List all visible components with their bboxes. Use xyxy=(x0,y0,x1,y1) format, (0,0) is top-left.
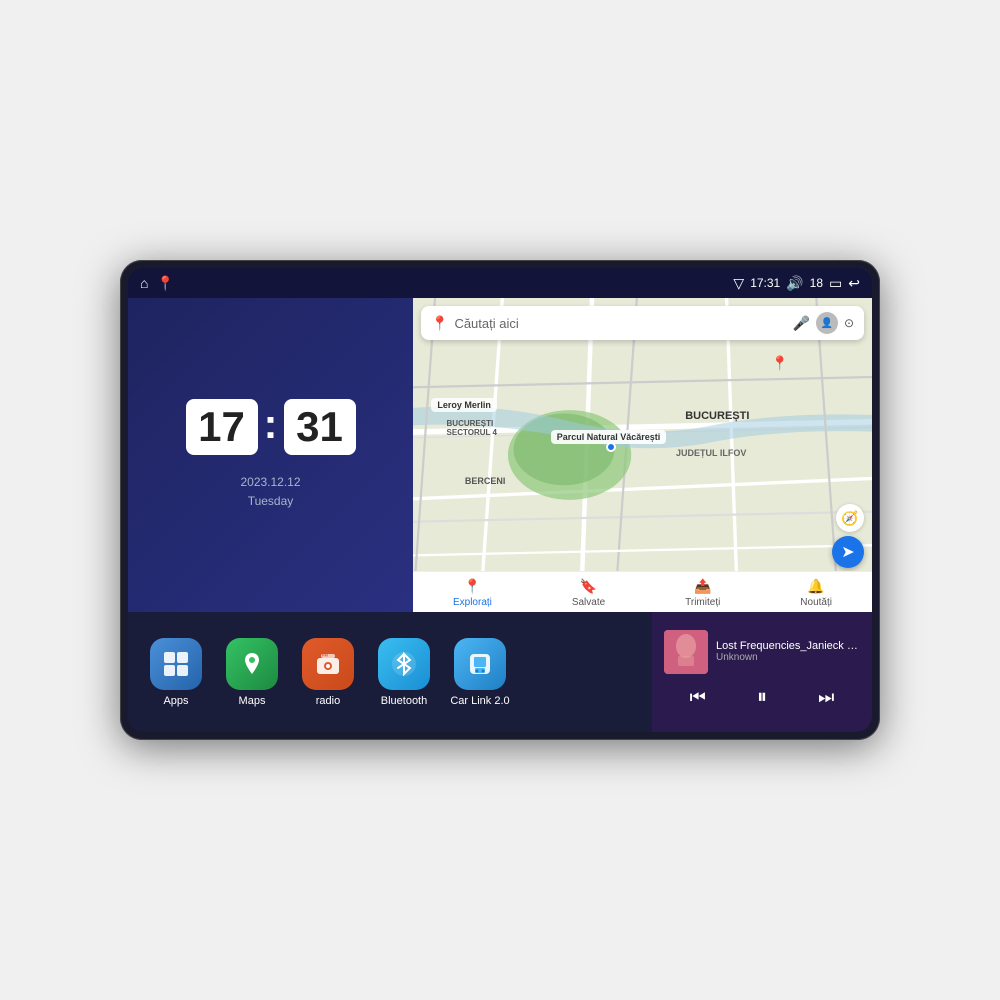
map-search-pin-icon: 📍 xyxy=(431,315,448,332)
clock-hour: 17 xyxy=(186,399,258,455)
home-icon[interactable]: ⌂ xyxy=(140,275,148,291)
carlink-icon-svg xyxy=(466,650,494,678)
main-content: 17 : 31 2023.12.12 Tuesday xyxy=(128,298,872,732)
music-prev-button[interactable]: ⏮ xyxy=(684,685,712,710)
map-nav-news[interactable]: 🔔 Noutăți xyxy=(800,578,832,608)
map-user-avatar[interactable]: 👤 xyxy=(816,312,838,334)
clock-display: 17 : 31 xyxy=(186,399,356,455)
app-item-bluetooth[interactable]: Bluetooth xyxy=(372,638,436,707)
nav-icon[interactable]: 📍 xyxy=(156,275,173,292)
map-nav-news-label: Noutăți xyxy=(800,597,832,608)
music-next-button[interactable]: ⏭ xyxy=(812,685,840,710)
explore-icon: 📍 xyxy=(464,578,481,595)
map-nav-saved[interactable]: 🔖 Salvate xyxy=(572,578,605,608)
clock-minute: 31 xyxy=(284,399,356,455)
clock-separator: : xyxy=(264,400,278,448)
music-play-pause-button[interactable]: ⏸ xyxy=(751,684,773,711)
music-controls: ⏮ ⏸ ⏭ xyxy=(664,680,860,715)
music-thumbnail xyxy=(664,630,708,674)
apps-icon-svg xyxy=(162,650,190,678)
radio-icon: FM xyxy=(302,638,354,690)
top-section: 17 : 31 2023.12.12 Tuesday xyxy=(128,298,872,612)
map-place-bucuresti: BUCUREȘTI xyxy=(679,408,755,424)
volume-icon: 🔊 xyxy=(786,275,803,292)
map-nav-explore-label: Explorați xyxy=(453,597,492,608)
map-nav-explore[interactable]: 📍 Explorați xyxy=(453,578,492,608)
music-artist: Unknown xyxy=(716,652,860,663)
clock-date: 2023.12.12 Tuesday xyxy=(240,473,300,511)
status-bar: ⌂ 📍 ▽ 17:31 🔊 18 ▭ ↩ xyxy=(128,268,872,298)
map-navigate-fab[interactable]: ➤ xyxy=(832,536,864,568)
music-thumb-svg xyxy=(664,630,708,674)
map-search-bar[interactable]: 📍 Căutați aici 🎤 👤 ⊙ xyxy=(421,306,864,340)
music-info: Lost Frequencies_Janieck Devy-... Unknow… xyxy=(716,640,860,663)
status-time: 17:31 xyxy=(750,276,780,290)
back-icon[interactable]: ↩ xyxy=(848,275,860,292)
map-place-ilfov: JUDEȚUL ILFOV xyxy=(670,446,752,460)
maps-icon xyxy=(226,638,278,690)
bottom-section: Apps Maps xyxy=(128,612,872,732)
device-outer: ⌂ 📍 ▽ 17:31 🔊 18 ▭ ↩ 17 : xyxy=(120,260,880,740)
status-right: ▽ 17:31 🔊 18 ▭ ↩ xyxy=(733,275,860,292)
music-top: Lost Frequencies_Janieck Devy-... Unknow… xyxy=(664,630,860,674)
battery-level: 18 xyxy=(810,276,823,290)
map-place-berceni: BERCENI xyxy=(459,474,512,488)
app-item-radio[interactable]: FM radio xyxy=(296,638,360,707)
map-background xyxy=(413,298,872,612)
bluetooth-label: Bluetooth xyxy=(381,695,427,707)
news-icon: 🔔 xyxy=(807,578,824,595)
map-search-input[interactable]: Căutați aici xyxy=(454,316,786,331)
svg-text:FM: FM xyxy=(322,652,328,657)
app-grid: Apps Maps xyxy=(128,612,652,732)
map-panel[interactable]: Parcul Natural Văcărești BUCUREȘTI JUDEȚ… xyxy=(413,298,872,612)
map-place-sector4: BUCUREȘTISECTORUL 4 xyxy=(441,417,503,439)
carlink-label: Car Link 2.0 xyxy=(450,695,509,707)
music-title: Lost Frequencies_Janieck Devy-... xyxy=(716,640,860,652)
map-nav-saved-label: Salvate xyxy=(572,597,605,608)
app-item-carlink[interactable]: Car Link 2.0 xyxy=(448,638,512,707)
radio-icon-svg: FM xyxy=(314,650,342,678)
map-layers-icon[interactable]: ⊙ xyxy=(844,316,854,330)
send-icon: 📤 xyxy=(694,578,711,595)
map-destination-pin: 📍 xyxy=(771,355,788,372)
map-place-leroy: Leroy Merlin xyxy=(431,398,497,412)
apps-icon xyxy=(150,638,202,690)
map-nav-send-label: Trimiteți xyxy=(685,597,720,608)
saved-icon: 🔖 xyxy=(580,578,597,595)
bluetooth-icon-svg xyxy=(390,650,418,678)
map-nav-send[interactable]: 📤 Trimiteți xyxy=(685,578,720,608)
maps-icon-svg xyxy=(238,650,266,678)
map-compass[interactable]: 🧭 xyxy=(836,504,864,532)
radio-label: radio xyxy=(316,695,340,707)
app-item-maps[interactable]: Maps xyxy=(220,638,284,707)
carlink-icon xyxy=(454,638,506,690)
app-item-apps[interactable]: Apps xyxy=(144,638,208,707)
map-mic-icon[interactable]: 🎤 xyxy=(793,315,810,332)
music-player: Lost Frequencies_Janieck Devy-... Unknow… xyxy=(652,612,872,732)
device-screen: ⌂ 📍 ▽ 17:31 🔊 18 ▭ ↩ 17 : xyxy=(128,268,872,732)
clock-panel: 17 : 31 2023.12.12 Tuesday xyxy=(128,298,413,612)
bluetooth-icon xyxy=(378,638,430,690)
status-left: ⌂ 📍 xyxy=(140,275,174,292)
apps-label: Apps xyxy=(163,695,188,707)
battery-icon: ▭ xyxy=(829,275,842,292)
maps-label: Maps xyxy=(239,695,266,707)
map-bottom-nav: 📍 Explorați 🔖 Salvate 📤 Trimiteți � xyxy=(413,571,872,612)
signal-icon: ▽ xyxy=(733,275,744,292)
